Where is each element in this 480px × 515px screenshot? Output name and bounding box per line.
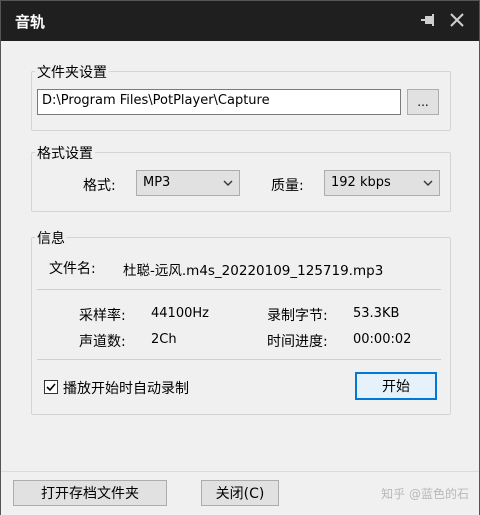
chevron-down-icon bbox=[423, 180, 433, 186]
sample-rate-value: 44100Hz bbox=[151, 306, 209, 321]
channels-value: 2Ch bbox=[151, 332, 177, 347]
auto-record-checkbox[interactable] bbox=[44, 380, 58, 394]
audio-track-window: 音轨 文件夹设置 D:\Program Files\PotPlayer\Capt… bbox=[0, 0, 480, 515]
info-divider-1 bbox=[37, 289, 441, 290]
recorded-bytes-label: 录制字节: bbox=[267, 308, 328, 324]
auto-record-label[interactable]: 播放开始时自动录制 bbox=[63, 378, 189, 398]
filename-label: 文件名: bbox=[49, 261, 96, 277]
watermark: 知乎 @蓝色的石 bbox=[381, 487, 469, 501]
title-bar[interactable]: 音轨 bbox=[1, 1, 479, 41]
quality-label: 质量: bbox=[271, 178, 304, 194]
folder-settings-legend: 文件夹设置 bbox=[35, 62, 109, 82]
filename-value: 杜聪-远风.m4s_20220109_125719.mp3 bbox=[123, 263, 384, 279]
time-progress-value: 00:00:02 bbox=[353, 332, 412, 347]
format-settings-legend: 格式设置 bbox=[35, 143, 95, 163]
format-select-value: MP3 bbox=[143, 175, 171, 190]
open-archive-folder-button[interactable]: 打开存档文件夹 bbox=[13, 480, 167, 506]
folder-path-field[interactable]: D:\Program Files\PotPlayer\Capture bbox=[37, 89, 401, 115]
sample-rate-label: 采样率: bbox=[79, 308, 126, 324]
close-icon[interactable] bbox=[447, 10, 467, 30]
format-select[interactable]: MP3 bbox=[136, 170, 240, 196]
start-button[interactable]: 开始 bbox=[355, 372, 437, 400]
pin-icon[interactable] bbox=[419, 10, 439, 30]
channels-label: 声道数: bbox=[79, 334, 126, 350]
quality-select[interactable]: 192 kbps bbox=[324, 170, 440, 196]
close-button[interactable]: 关闭(C) bbox=[201, 480, 279, 506]
info-legend: 信息 bbox=[35, 228, 67, 248]
chevron-down-icon bbox=[223, 180, 233, 186]
quality-select-value: 192 kbps bbox=[331, 175, 391, 190]
window-title: 音轨 bbox=[15, 13, 46, 31]
browse-folder-button[interactable]: ... bbox=[407, 89, 439, 115]
time-progress-label: 时间进度: bbox=[267, 334, 328, 350]
checkmark-icon bbox=[46, 383, 56, 392]
format-label: 格式: bbox=[83, 178, 116, 194]
recorded-bytes-value: 53.3KB bbox=[353, 306, 400, 321]
info-divider-2 bbox=[37, 359, 441, 360]
